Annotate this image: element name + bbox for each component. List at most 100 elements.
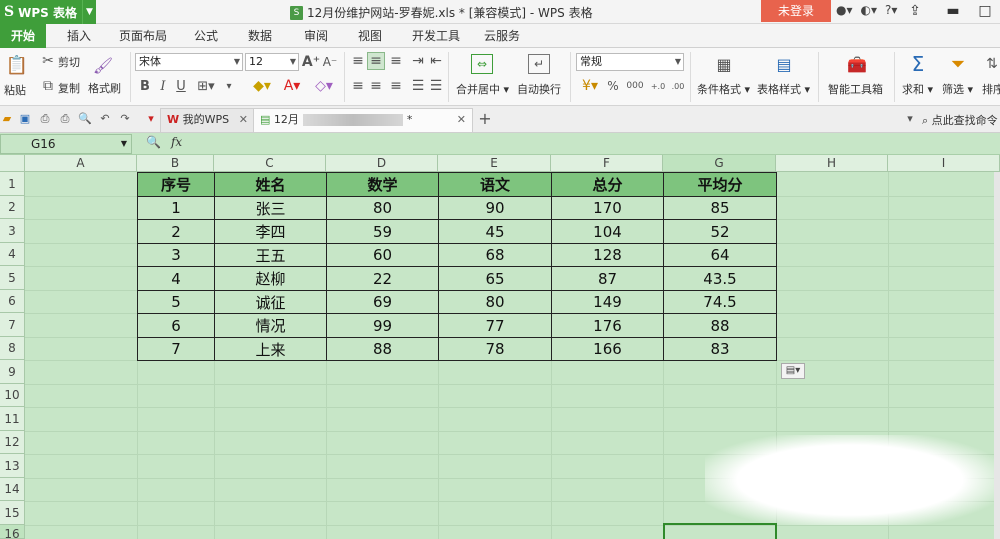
indent-icon[interactable]: ⇥: [410, 53, 426, 69]
table-cell[interactable]: 赵柳: [214, 266, 327, 291]
thousands-separator-button[interactable]: 000: [624, 78, 646, 94]
table-cell[interactable]: 88: [326, 337, 439, 361]
row-header-16[interactable]: 16: [0, 525, 25, 539]
insert-function-button[interactable]: fx: [171, 135, 182, 149]
align-left-icon[interactable]: ≡: [350, 78, 366, 94]
table-cell[interactable]: 43.5: [663, 266, 777, 291]
row-header-4[interactable]: 4: [0, 243, 25, 266]
new-tab-button[interactable]: +: [478, 111, 492, 127]
table-cell[interactable]: 78: [438, 337, 552, 361]
column-header-c[interactable]: C: [214, 155, 326, 172]
row-header-3[interactable]: 3: [0, 219, 25, 243]
row-header-5[interactable]: 5: [0, 266, 25, 290]
column-header-h[interactable]: H: [776, 155, 888, 172]
close-icon[interactable]: ✕: [239, 109, 248, 131]
table-style-button[interactable]: 表格样式 ▾: [757, 81, 810, 97]
help-icon[interactable]: ?▾: [885, 3, 897, 17]
table-cell[interactable]: 7: [137, 337, 215, 361]
table-cell[interactable]: 3: [137, 243, 215, 267]
minimize-icon[interactable]: ▬: [938, 0, 968, 24]
column-header-f[interactable]: F: [551, 155, 663, 172]
feedback-icon[interactable]: ◐▾: [861, 3, 878, 17]
row-header-13[interactable]: 13: [0, 454, 25, 478]
row-header-15[interactable]: 15: [0, 501, 25, 525]
table-cell[interactable]: 104: [551, 219, 664, 244]
column-header-a[interactable]: A: [25, 155, 137, 172]
selected-cell[interactable]: [663, 523, 777, 539]
align-right-icon[interactable]: ≡: [388, 78, 404, 94]
customize-toolbar-icon[interactable]: ▾: [144, 112, 158, 126]
table-cell[interactable]: 5: [137, 290, 215, 314]
zoom-formula-icon[interactable]: 🔍: [146, 135, 161, 149]
chevron-down-icon[interactable]: ▼: [82, 0, 96, 24]
table-cell[interactable]: 80: [326, 196, 439, 220]
table-cell[interactable]: 85: [663, 196, 777, 220]
column-header-e[interactable]: E: [438, 155, 551, 172]
table-cell[interactable]: 80: [438, 290, 552, 314]
table-cell[interactable]: 诚征: [214, 290, 327, 314]
table-cell[interactable]: 59: [326, 219, 439, 244]
decrease-decimal-icon[interactable]: .00: [668, 76, 688, 96]
table-header-cell[interactable]: 语文: [438, 172, 552, 197]
formula-input[interactable]: [195, 134, 1000, 154]
tab-data[interactable]: 数据: [240, 24, 280, 48]
sum-button[interactable]: 求和 ▾: [902, 81, 933, 97]
export-pdf-icon[interactable]: ⎙: [38, 112, 52, 126]
table-cell[interactable]: 情况: [214, 313, 327, 338]
pin-icon[interactable]: ▾: [903, 112, 917, 126]
table-cell[interactable]: 170: [551, 196, 664, 220]
table-cell[interactable]: 1: [137, 196, 215, 220]
save-icon[interactable]: ▣: [18, 112, 32, 126]
tab-cloud-services[interactable]: 云服务: [476, 24, 528, 48]
pin-window-icon[interactable]: ⇪: [900, 0, 930, 24]
underline-button[interactable]: U: [174, 78, 188, 94]
table-cell[interactable]: 6: [137, 313, 215, 338]
distributed-icon[interactable]: ☰: [428, 78, 444, 94]
table-header-cell[interactable]: 数学: [326, 172, 439, 197]
table-cell[interactable]: 22: [326, 266, 439, 291]
smart-toolbox-button[interactable]: 智能工具箱: [828, 81, 883, 97]
table-header-cell[interactable]: 姓名: [214, 172, 327, 197]
paste-options-button[interactable]: ▤▾: [781, 363, 805, 379]
table-header-cell[interactable]: 平均分: [663, 172, 777, 197]
merge-center-button[interactable]: 合并居中 ▾: [456, 81, 509, 97]
table-cell[interactable]: 99: [326, 313, 439, 338]
table-cell[interactable]: 张三: [214, 196, 327, 220]
dropdown-icon[interactable]: ▾: [222, 78, 236, 94]
table-header-cell[interactable]: 总分: [551, 172, 664, 197]
table-cell[interactable]: 王五: [214, 243, 327, 267]
wrap-text-button[interactable]: 自动换行: [517, 81, 561, 97]
tab-page-layout[interactable]: 页面布局: [114, 24, 172, 48]
tab-my-wps[interactable]: W 我的WPS ✕: [160, 108, 255, 132]
table-cell[interactable]: 74.5: [663, 290, 777, 314]
app-menu-button[interactable]: S WPS 表格 ▼: [0, 0, 96, 24]
row-header-14[interactable]: 14: [0, 478, 25, 501]
tab-insert[interactable]: 插入: [58, 24, 100, 48]
row-header-2[interactable]: 2: [0, 196, 25, 219]
row-header-1[interactable]: 1: [0, 172, 25, 196]
clear-format-icon[interactable]: ◇▾: [312, 78, 336, 94]
table-cell[interactable]: 2: [137, 219, 215, 244]
tab-workbook[interactable]: ▤ 12月 * ✕: [253, 108, 473, 132]
table-cell[interactable]: 4: [137, 266, 215, 291]
table-cell[interactable]: 69: [326, 290, 439, 314]
number-format-select[interactable]: 常规 ▼: [576, 53, 684, 71]
column-header-b[interactable]: B: [137, 155, 214, 172]
column-header-i[interactable]: I: [888, 155, 1000, 172]
paste-icon[interactable]: 📋: [6, 54, 28, 76]
italic-button[interactable]: I: [156, 78, 170, 94]
increase-decimal-icon[interactable]: +.0: [648, 76, 668, 96]
increase-font-icon[interactable]: A⁺: [302, 53, 320, 71]
column-header-g[interactable]: G: [663, 155, 776, 172]
tab-view[interactable]: 视图: [350, 24, 390, 48]
table-cell[interactable]: 60: [326, 243, 439, 267]
paste-button[interactable]: 粘贴: [4, 82, 26, 98]
table-cell[interactable]: 83: [663, 337, 777, 361]
row-header-9[interactable]: 9: [0, 360, 25, 384]
table-cell[interactable]: 149: [551, 290, 664, 314]
table-cell[interactable]: 45: [438, 219, 552, 244]
tab-review[interactable]: 审阅: [296, 24, 336, 48]
copy-button[interactable]: 复制: [58, 80, 80, 96]
redo-icon[interactable]: ↷: [118, 112, 132, 126]
undo-icon[interactable]: ↶: [98, 112, 112, 126]
